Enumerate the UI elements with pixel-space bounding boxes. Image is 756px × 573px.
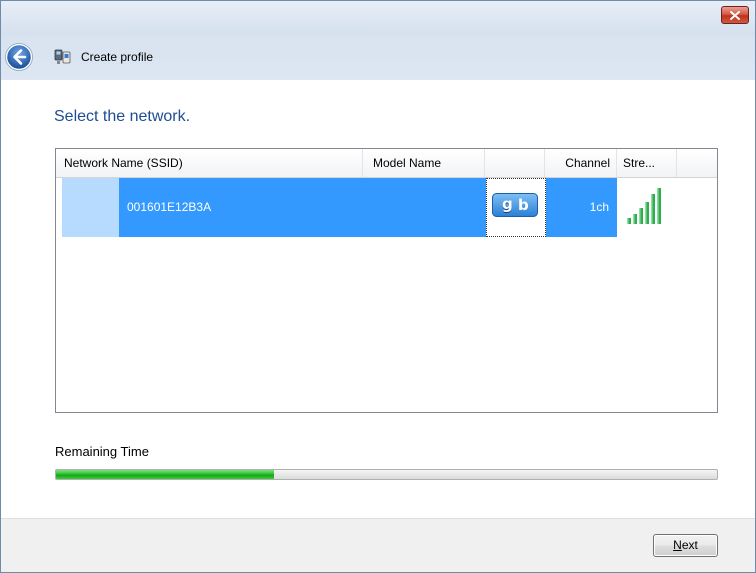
back-arrow-icon [5,43,33,71]
close-icon [730,10,740,20]
column-header-type[interactable] [485,149,545,177]
column-header-model-name[interactable]: Model Name [363,149,485,177]
column-header-strength[interactable]: Stre... [617,149,677,177]
channel-text: 1ch [589,200,609,214]
title-bar [1,1,755,35]
next-button[interactable]: Next [653,534,718,557]
gb-wireless-icon: g b g [492,193,538,217]
remaining-time-progress [55,469,718,480]
progress-fill [56,470,275,479]
ssid-text: 001601E12B3A [127,200,212,214]
type-cell: g b g [486,178,546,237]
svg-text:g: g [502,195,513,213]
wizard-footer: Next [1,518,755,572]
column-header-channel[interactable]: Channel [545,149,617,177]
strength-cell [617,178,677,237]
next-button-label: ext [681,538,698,552]
remaining-time-label: Remaining Time [55,444,149,459]
close-button[interactable] [721,6,749,24]
table-row[interactable]: 001601E12B3A g b g 1ch [62,178,717,237]
back-button[interactable] [5,43,33,71]
column-header-ssid[interactable]: Network Name (SSID) [56,149,363,177]
signal-strength-icon [627,188,661,224]
next-accelerator: N [673,538,682,552]
wireless-device-icon [54,48,72,66]
list-header: Network Name (SSID) Model Name Channel S… [56,149,717,178]
create-profile-window: Create profile Select the network. Netwo… [0,0,756,573]
row-icon-cell [62,178,119,237]
page-heading: Select the network. [54,108,191,125]
svg-text:b: b [518,196,529,214]
channel-cell: 1ch [546,178,617,237]
window-title: Create profile [81,50,154,64]
ssid-cell: 001601E12B3A [119,178,486,237]
wizard-header: Create profile [1,35,755,80]
network-list[interactable]: Network Name (SSID) Model Name Channel S… [55,148,718,413]
wizard-content: Select the network. Network Name (SSID) … [1,80,755,518]
